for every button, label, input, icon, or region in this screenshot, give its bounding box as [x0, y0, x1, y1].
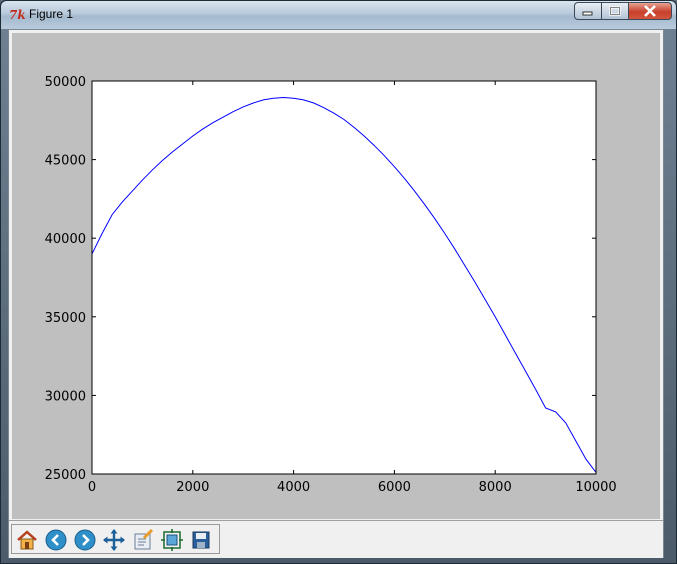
- y-tick-label: 35000: [45, 311, 86, 326]
- y-tick-label: 25000: [45, 468, 86, 483]
- back-button[interactable]: [43, 527, 69, 553]
- zoom-rect-icon: [134, 529, 154, 550]
- tk-feather-icon: 7k: [9, 8, 26, 22]
- pan-button[interactable]: [101, 527, 127, 553]
- maximize-button[interactable]: [601, 2, 628, 20]
- figure-canvas[interactable]: 0 2000 4000 6000 8000 10000 25000 30000 35000 400…: [12, 33, 660, 519]
- y-tick-label: 30000: [45, 389, 86, 404]
- back-arrow-icon: [45, 529, 67, 551]
- pan-move-icon: [103, 529, 125, 551]
- forward-arrow-icon: [74, 529, 96, 551]
- x-tick-label: 8000: [479, 480, 512, 495]
- x-tick-label: 4000: [277, 480, 310, 495]
- home-icon: [17, 530, 37, 550]
- close-icon: [644, 5, 656, 17]
- toolbar-button-group: [11, 524, 220, 554]
- y-tick-label: 50000: [45, 75, 86, 90]
- axes-background: [92, 81, 596, 474]
- save-button[interactable]: [188, 527, 214, 553]
- minimize-button[interactable]: [574, 2, 601, 20]
- zoom-button[interactable]: [130, 527, 156, 553]
- close-button[interactable]: [628, 2, 672, 20]
- figure-window: 7k Figure 1 0 2000 4000 6000 8000 10000 25000 3…: [0, 0, 677, 564]
- window-client-area: 0 2000 4000 6000 8000 10000 25000 30000 35000 400…: [8, 29, 664, 558]
- configure-subplots-button[interactable]: [159, 527, 185, 553]
- navigation-toolbar: [9, 520, 663, 558]
- save-icon: [192, 531, 210, 549]
- title-bar[interactable]: 7k Figure 1: [1, 1, 676, 29]
- y-tick-label: 40000: [45, 232, 86, 247]
- home-button[interactable]: [14, 527, 40, 553]
- line-chart: 0 2000 4000 6000 8000 10000 25000 30000 35000 400…: [45, 75, 617, 495]
- minimize-icon: [582, 11, 593, 16]
- configure-subplots-icon: [161, 529, 183, 551]
- x-tick-label: 2000: [176, 480, 209, 495]
- forward-button[interactable]: [72, 527, 98, 553]
- window-title: Figure 1: [29, 7, 74, 21]
- caption-buttons: [574, 2, 672, 20]
- maximize-icon: [609, 6, 621, 16]
- x-tick-label: 0: [88, 480, 96, 495]
- x-tick-label: 10000: [575, 480, 616, 495]
- y-tick-label: 45000: [45, 154, 86, 169]
- x-tick-label: 6000: [378, 480, 411, 495]
